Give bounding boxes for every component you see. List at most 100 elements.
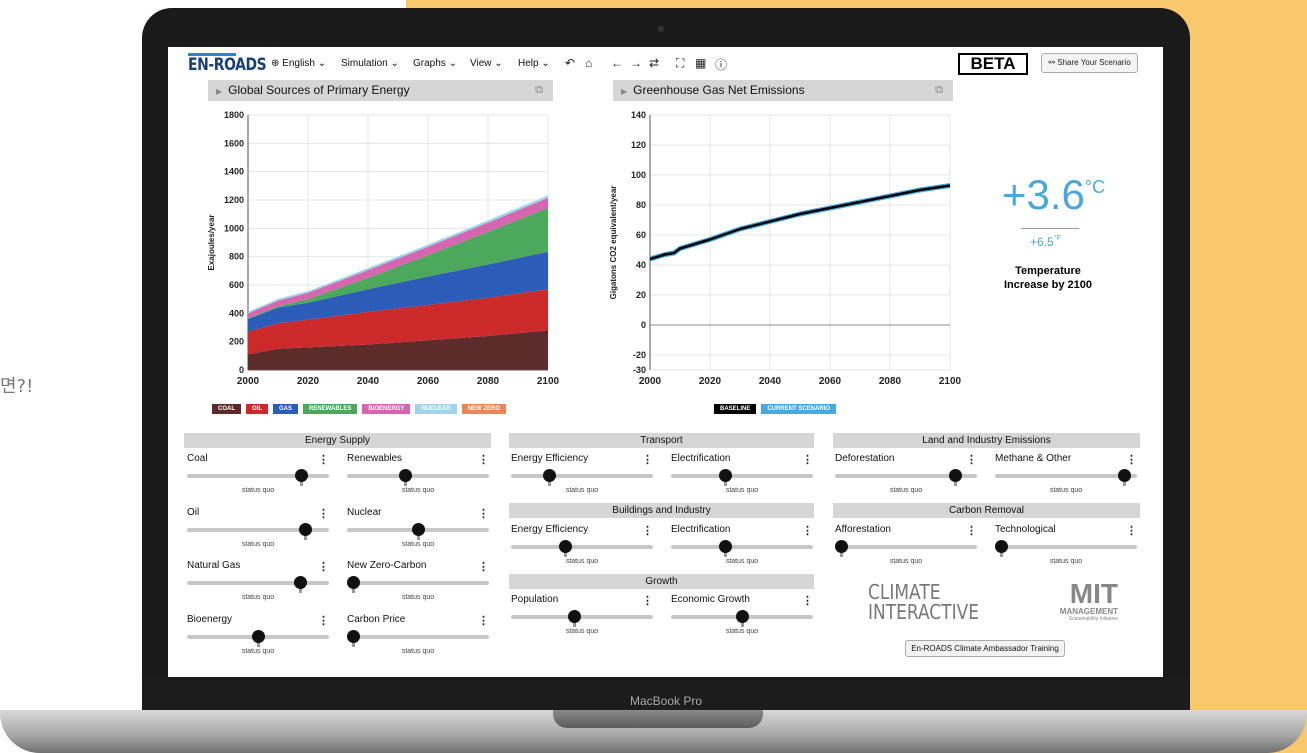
slider-thumb[interactable]: [294, 576, 308, 589]
slider-methane-other[interactable]: Methane & Other ⋮ status quo: [995, 453, 1137, 503]
legend-item-current-scenario[interactable]: CURRENT SCENARIO: [761, 404, 837, 414]
slider-thumb[interactable]: [558, 540, 572, 553]
climate-interactive-logo[interactable]: CLIMATE INTERACTIVE: [868, 582, 979, 622]
expand-triangle-icon[interactable]: ▶: [621, 87, 627, 96]
slider-oil[interactable]: Oil ⋮ status quo: [187, 507, 329, 557]
slider-bioenergy[interactable]: Bioenergy ⋮ status quo: [187, 614, 329, 664]
menu-graphs[interactable]: Graphs ⌄: [413, 58, 457, 69]
slider-track[interactable]: [511, 615, 653, 619]
right-chart-header[interactable]: ▶ Greenhouse Gas Net Emissions ⧉: [613, 80, 953, 101]
legend-item-renewables[interactable]: RENEWABLES: [303, 404, 358, 414]
slider-track[interactable]: [511, 545, 653, 549]
copy-icon[interactable]: ⧉: [535, 80, 543, 101]
more-options-icon[interactable]: ⋮: [318, 453, 329, 466]
menu-language[interactable]: ⊕ English ⌄: [271, 58, 326, 69]
mit-logo[interactable]: MIT MANAGEMENT Sustainability Initiative: [1028, 580, 1118, 623]
more-options-icon[interactable]: ⋮: [802, 453, 813, 466]
slider-natural-gas[interactable]: Natural Gas ⋮ status quo: [187, 560, 329, 610]
more-options-icon[interactable]: ⋮: [1126, 524, 1137, 537]
slider-track[interactable]: [995, 545, 1137, 549]
more-options-icon[interactable]: ⋮: [478, 560, 489, 573]
legend-item-baseline[interactable]: BASELINE: [714, 404, 757, 414]
more-options-icon[interactable]: ⋮: [642, 594, 653, 607]
fullscreen-icon[interactable]: ⛶: [676, 56, 684, 71]
arrow-left-icon[interactable]: ←: [611, 56, 623, 70]
left-chart-header[interactable]: ▶ Global Sources of Primary Energy ⧉: [208, 80, 553, 101]
legend-item-coal[interactable]: COAL: [212, 404, 241, 414]
compare-icon[interactable]: ⇄: [649, 56, 659, 70]
slider-transport-electrification[interactable]: Electrification ⋮ status quo: [671, 453, 813, 503]
temperature-celsius-unit: °C: [1084, 177, 1106, 197]
slider-deforestation[interactable]: Deforestation ⋮ status quo: [835, 453, 977, 503]
slider-thumb[interactable]: [835, 540, 848, 553]
more-options-icon[interactable]: ⋮: [802, 594, 813, 607]
legend-item-nuclear[interactable]: NUCLEAR: [415, 404, 457, 414]
more-options-icon[interactable]: ⋮: [478, 453, 489, 466]
slider-buildings-electrification[interactable]: Electrification ⋮ status quo: [671, 524, 813, 574]
app-logo[interactable]: EN-ROADS: [188, 55, 267, 75]
slider-track[interactable]: [347, 474, 489, 478]
info-icon[interactable]: ⓘ: [715, 56, 727, 73]
expand-triangle-icon[interactable]: ▶: [216, 87, 222, 96]
more-options-icon[interactable]: ⋮: [642, 453, 653, 466]
legend-item-new-zero[interactable]: NEW ZERO: [461, 404, 507, 414]
arrow-right-icon[interactable]: →: [630, 56, 642, 70]
slider-thumb[interactable]: [718, 469, 732, 482]
more-options-icon[interactable]: ⋮: [1126, 453, 1137, 466]
table-icon[interactable]: ▦: [695, 56, 706, 70]
slider-thumb[interactable]: [995, 540, 1008, 553]
legend-item-gas[interactable]: GAS: [273, 404, 299, 414]
menu-simulation[interactable]: Simulation ⌄: [341, 58, 399, 69]
slider-carbon-price[interactable]: Carbon Price ⋮ status quo: [347, 614, 489, 664]
slider-thumb[interactable]: [347, 576, 360, 589]
legend-item-oil[interactable]: OIL: [246, 404, 268, 414]
slider-transport-efficiency[interactable]: Energy Efficiency ⋮ status quo: [511, 453, 653, 503]
more-options-icon[interactable]: ⋮: [966, 524, 977, 537]
more-options-icon[interactable]: ⋮: [802, 524, 813, 537]
slider-thumb[interactable]: [398, 469, 412, 482]
slider-thumb[interactable]: [567, 610, 581, 623]
more-options-icon[interactable]: ⋮: [966, 453, 977, 466]
more-options-icon[interactable]: ⋮: [642, 524, 653, 537]
slider-thumb[interactable]: [718, 540, 732, 553]
slider-afforestation[interactable]: Afforestation ⋮ status quo: [835, 524, 977, 574]
slider-track[interactable]: [347, 635, 489, 639]
legend-item-bioenergy[interactable]: BIOENERGY: [362, 404, 411, 414]
menu-view[interactable]: View ⌄: [470, 58, 503, 69]
slider-coal[interactable]: Coal ⋮ status quo: [187, 453, 329, 503]
slider-track[interactable]: [187, 581, 329, 585]
more-options-icon[interactable]: ⋮: [318, 560, 329, 573]
slider-thumb[interactable]: [948, 469, 962, 482]
slider-thumb[interactable]: [299, 523, 313, 536]
ambassador-training-button[interactable]: En-ROADS Climate Ambassador Training: [905, 640, 1065, 657]
undo-icon[interactable]: ↶: [565, 56, 575, 70]
slider-track[interactable]: [347, 581, 489, 585]
slider-economic-growth[interactable]: Economic Growth ⋮ status quo: [671, 594, 813, 644]
slider-thumb[interactable]: [411, 523, 425, 536]
more-options-icon[interactable]: ⋮: [478, 507, 489, 520]
slider-track[interactable]: [671, 474, 813, 478]
menu-help[interactable]: Help ⌄: [518, 58, 550, 69]
slider-renewables[interactable]: Renewables ⋮ status quo: [347, 453, 489, 503]
slider-track[interactable]: [511, 474, 653, 478]
slider-track[interactable]: [835, 545, 977, 549]
slider-buildings-efficiency[interactable]: Energy Efficiency ⋮ status quo: [511, 524, 653, 574]
more-options-icon[interactable]: ⋮: [318, 614, 329, 627]
slider-track[interactable]: [995, 474, 1137, 478]
share-scenario-button[interactable]: ⚯ Share Your Scenario: [1041, 53, 1138, 73]
slider-population[interactable]: Population ⋮ status quo: [511, 594, 653, 644]
slider-new-zero-carbon[interactable]: New Zero-Carbon ⋮ status quo: [347, 560, 489, 610]
copy-icon[interactable]: ⧉: [935, 80, 943, 101]
slider-technological[interactable]: Technological ⋮ status quo: [995, 524, 1137, 574]
more-options-icon[interactable]: ⋮: [318, 507, 329, 520]
slider-thumb[interactable]: [543, 469, 557, 482]
slider-thumb[interactable]: [735, 610, 749, 623]
more-options-icon[interactable]: ⋮: [478, 614, 489, 627]
slider-thumb[interactable]: [295, 469, 309, 482]
slider-nuclear[interactable]: Nuclear ⋮ status quo: [347, 507, 489, 557]
slider-thumb[interactable]: [251, 630, 265, 643]
slider-track[interactable]: [671, 545, 813, 549]
slider-thumb[interactable]: [1117, 469, 1131, 482]
slider-thumb[interactable]: [347, 630, 360, 643]
home-icon[interactable]: ⌂: [585, 56, 592, 70]
